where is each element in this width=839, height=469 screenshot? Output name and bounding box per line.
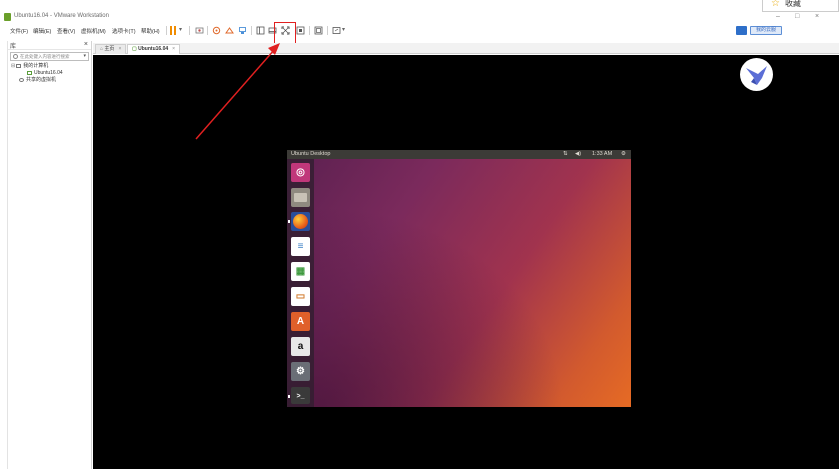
software-center-icon[interactable]: A [291,312,310,331]
tree-item-label: Ubuntu16.04 [34,70,63,76]
tab-ubuntu[interactable]: ▢ Ubuntu16.04 × [127,44,181,54]
ubuntu-dash-icon[interactable]: ◎ [291,163,310,182]
menu-tabs[interactable]: 选项卡(T) [112,27,136,35]
power-icon[interactable]: ⚙ [621,151,626,157]
collapse-icon[interactable]: ⊟ [11,63,15,69]
ubuntu-panel-title: Ubuntu Desktop [291,151,331,157]
network-icon[interactable]: ⇅ [563,151,568,157]
terminal-icon[interactable]: >_ [288,387,310,404]
fullscreen-highlight-box [274,22,296,44]
vmware-workstation-window: ☆ 收藏 Ubuntu16.04 - VMware Workstation – … [0,0,839,469]
menu-bar: 文件(F) 编辑(E) 查看(V) 虚拟机(M) 选项卡(T) 帮助(H) ▾ … [0,24,839,39]
cloud-icon[interactable] [736,26,747,35]
search-dropdown-icon[interactable]: ▾ [83,53,86,59]
sound-icon[interactable]: ◀) [575,151,581,157]
stretch-icon[interactable] [332,26,341,35]
toolbar-divider [189,26,190,35]
tab-close-icon[interactable]: × [172,46,175,52]
tree-item-my-computer[interactable]: ⊟ 我的计算机 [8,63,91,70]
vmware-app-icon [4,13,11,21]
ubuntu-desktop[interactable]: Ubuntu Desktop ⇅ ◀) 1:33 AM ⚙ ◎ ≡ ▦ ▭ A … [287,150,631,407]
snapshot-icon[interactable] [212,26,221,35]
firefox-icon[interactable] [288,212,310,231]
toolbar-divider [251,26,252,35]
writer-icon[interactable]: ≡ [291,237,310,256]
toolbar-divider [207,26,208,35]
console-view-icon[interactable] [314,26,323,35]
library-tree: ⊟ 我的计算机 Ubuntu16.04 共享的虚拟机 [8,63,91,84]
minimize-button[interactable]: – [776,13,780,20]
library-view-icon[interactable] [256,26,265,35]
clock-label[interactable]: 1:33 AM [592,151,612,157]
library-title: 库 [10,44,17,50]
tree-item-label: 我的计算机 [23,63,49,69]
computer-icon [16,63,22,68]
library-search-input[interactable]: 在此处键入内容进行搜索 ▾ [10,52,89,61]
star-icon: ☆ [771,0,780,9]
toolbar-divider [166,26,167,35]
tree-item-ubuntu[interactable]: Ubuntu16.04 [8,70,91,77]
library-header: 库 × [8,41,91,50]
unity-icon[interactable] [296,26,305,35]
revert-snapshot-icon[interactable] [225,26,234,35]
window-title: Ubuntu16.04 - VMware Workstation [14,13,109,19]
pause-icon[interactable] [170,26,177,35]
library-panel: 库 × 在此处键入内容进行搜索 ▾ ⊟ 我的计算机 Ubuntu16.04 共享的… [7,41,92,469]
bookmark-label: 收藏 [785,0,801,8]
menu-help[interactable]: 帮助(H) [141,27,160,35]
shared-vm-icon [19,77,24,82]
tab-close-icon[interactable]: × [118,46,121,52]
tab-label: Ubuntu16.04 [138,46,169,52]
files-icon[interactable] [291,188,310,207]
ubuntu-top-panel: Ubuntu Desktop ⇅ ◀) 1:33 AM ⚙ [287,150,631,159]
settings-icon[interactable]: ⚙ [291,362,310,381]
menu-edit[interactable]: 编辑(E) [33,27,51,35]
bird-logo-icon [740,58,773,91]
tab-strip: ⌂ 主页 × ▢ Ubuntu16.04 × [93,43,839,54]
ubuntu-launcher: ◎ ≡ ▦ ▭ A a ⚙ >_ [287,159,314,407]
maximize-button[interactable]: □ [795,13,799,20]
calc-icon[interactable]: ▦ [291,262,310,281]
close-button[interactable]: × [815,13,819,20]
toolbar-divider [327,26,328,35]
tab-home[interactable]: ⌂ 主页 × [95,44,127,54]
stretch-dropdown-icon[interactable]: ▾ [342,26,351,35]
dropdown-icon[interactable]: ▾ [179,26,188,35]
manage-snapshots-icon[interactable] [238,26,247,35]
bookmark-button[interactable]: ☆ 收藏 [762,0,839,12]
toolbar-divider [309,26,310,35]
cloud-service-button[interactable]: 我的云服 [750,26,782,35]
impress-icon[interactable]: ▭ [291,287,310,306]
menu-view[interactable]: 查看(V) [57,27,75,35]
library-close-button[interactable]: × [84,41,88,48]
search-icon [13,54,18,59]
vm-icon: ▢ [132,46,137,52]
search-placeholder: 在此处键入内容进行搜索 [20,54,70,59]
tree-item-shared-vms[interactable]: 共享的虚拟机 [8,77,91,84]
title-bar: Ubuntu16.04 - VMware Workstation [0,12,839,24]
menu-vm[interactable]: 虚拟机(M) [81,27,106,35]
tab-label: 主页 [104,46,115,52]
vm-icon [27,70,32,75]
home-icon: ⌂ [100,46,104,52]
menu-file[interactable]: 文件(F) [10,27,28,35]
tree-item-label: 共享的虚拟机 [26,77,57,83]
send-keys-icon[interactable] [195,26,204,35]
amazon-icon[interactable]: a [291,337,310,356]
